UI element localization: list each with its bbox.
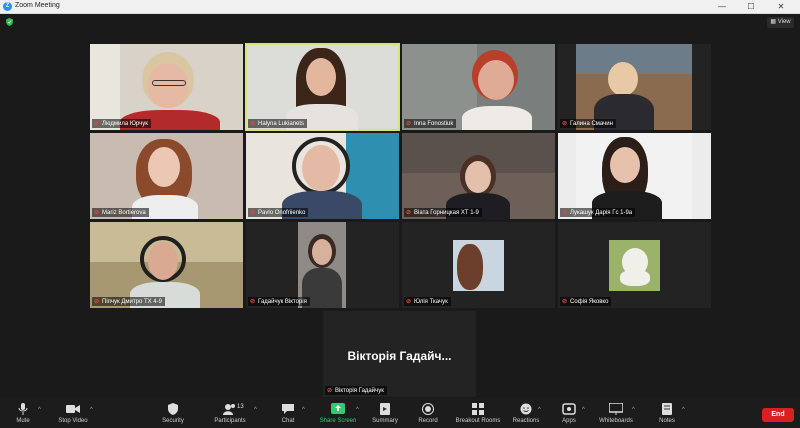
mic-muted-icon: ⊘: [406, 299, 412, 305]
video-tile[interactable]: ⊘ Юлія Ткачук: [402, 222, 555, 308]
video-tile[interactable]: ⊘ Софія Яковко: [558, 222, 711, 308]
chevron-up-icon[interactable]: ^: [302, 407, 305, 413]
participant-name: ⊘ Галина Смачин: [560, 119, 616, 128]
participants-count: 13: [237, 404, 244, 410]
mute-button[interactable]: Mute ^: [4, 398, 42, 428]
minimize-button[interactable]: —: [711, 0, 733, 13]
whiteboards-button[interactable]: Whiteboards ^: [596, 398, 636, 428]
meeting-toolbar: Mute ^ Stop Video ^ Security 13 Particip…: [0, 398, 800, 428]
apps-icon: [562, 403, 576, 415]
video-tile[interactable]: ⊘ Галина Смачин: [558, 44, 711, 130]
chevron-up-icon[interactable]: ^: [254, 407, 257, 413]
participant-name: ⊘ Mariz Bortierova: [92, 208, 149, 217]
apps-button[interactable]: Apps ^: [556, 398, 585, 428]
participant-name: ⊘ Юлія Ткачук: [404, 297, 451, 306]
video-tile[interactable]: ⊘ Піпчук Дмитро ТХ 4-9: [90, 222, 243, 308]
mic-muted-icon: ⊘: [327, 388, 333, 394]
record-button[interactable]: Record: [412, 398, 444, 428]
mic-muted-icon: ⊘: [562, 210, 568, 216]
chevron-up-icon[interactable]: ^: [682, 407, 685, 413]
participant-name: ⊘ Піпчук Дмитро ТХ 4-9: [92, 297, 165, 306]
whiteboard-icon: [609, 403, 623, 415]
meeting-topbar: [0, 14, 800, 32]
mic-muted-icon: ⊘: [250, 121, 256, 127]
view-button[interactable]: ▦ View: [767, 17, 794, 28]
security-button[interactable]: Security: [154, 398, 192, 428]
maximize-button[interactable]: ☐: [740, 0, 762, 13]
participant-name: ⊘ Людмила Юрчук: [92, 119, 151, 128]
notes-icon: [662, 403, 672, 415]
mic-muted-icon: ⊘: [406, 210, 412, 216]
summary-icon: [380, 403, 390, 415]
video-tile[interactable]: ⊘ Mariz Bortierova: [90, 133, 243, 219]
participant-name: ⊘ Лукашук Дарія Гс 1-9а: [560, 208, 636, 217]
share-screen-icon: [331, 403, 345, 414]
video-tile[interactable]: ⊘ Pavlo Onofriienko: [246, 133, 399, 219]
shield-icon: [168, 403, 178, 415]
window-title: Zoom Meeting: [15, 2, 60, 9]
participant-name: ⊘ Halyna Lukianets: [248, 119, 308, 128]
chat-bubble-icon: [282, 404, 294, 414]
chevron-up-icon[interactable]: ^: [90, 407, 93, 413]
notes-button[interactable]: Notes ^: [652, 398, 685, 428]
participant-display-name: Вікторія Гадайч...: [347, 349, 452, 363]
video-tile-no-video[interactable]: Вікторія Гадайч... ⊘ Вікторія Гадайчук: [323, 311, 476, 397]
mic-muted-icon: ⊘: [94, 121, 100, 127]
end-meeting-button[interactable]: End: [762, 408, 794, 422]
video-tile[interactable]: ⊘ Inna Fonostiuk: [402, 44, 555, 130]
video-tile[interactable]: ⊘ Віата Горницкая ХТ 1-9: [402, 133, 555, 219]
participants-icon: [223, 404, 235, 415]
mic-muted-icon: ⊘: [562, 121, 568, 127]
summary-button[interactable]: Summary: [366, 398, 404, 428]
chevron-up-icon[interactable]: ^: [582, 407, 585, 413]
view-grid-icon: ▦: [770, 19, 777, 25]
participant-name: ⊘ Inna Fonostiuk: [404, 119, 457, 128]
video-tile-active-speaker[interactable]: ⊘ Halyna Lukianets: [245, 43, 400, 131]
participant-name: ⊘ Софія Яковко: [560, 297, 612, 306]
mic-muted-icon: ⊘: [406, 121, 412, 127]
video-tile[interactable]: ⊘ Людмила Юрчук: [90, 44, 243, 130]
breakout-rooms-icon: [472, 403, 484, 415]
video-camera-icon: [66, 405, 80, 413]
share-screen-button[interactable]: Share Screen ^: [316, 398, 360, 428]
mic-muted-icon: ⊘: [562, 299, 568, 305]
zoom-logo-icon: Z: [3, 2, 12, 11]
participant-name: ⊘ Pavlo Onofriienko: [248, 208, 309, 217]
microphone-icon: [18, 403, 28, 415]
breakout-rooms-button[interactable]: Breakout Rooms: [452, 398, 504, 428]
stop-video-button[interactable]: Stop Video ^: [50, 398, 96, 428]
chevron-up-icon[interactable]: ^: [38, 407, 41, 413]
chevron-up-icon[interactable]: ^: [356, 407, 359, 413]
chevron-up-icon[interactable]: ^: [632, 407, 635, 413]
record-icon: [422, 403, 434, 415]
mic-muted-icon: ⊘: [250, 299, 256, 305]
participant-name: ⊘ Вікторія Гадайчук: [325, 386, 387, 395]
video-tile[interactable]: ⊘ Лукашук Дарія Гс 1-9а: [558, 133, 711, 219]
participant-name: ⊘ Віата Горницкая ХТ 1-9: [404, 208, 482, 217]
participant-name: ⊘ Гадайчук Вікторія: [248, 297, 310, 306]
participants-button[interactable]: 13 Participants ^: [208, 398, 257, 428]
video-tile[interactable]: ⊘ Гадайчук Вікторія: [246, 222, 399, 308]
mic-muted-icon: ⊘: [250, 210, 256, 216]
mic-muted-icon: ⊘: [94, 210, 100, 216]
view-label: View: [777, 19, 791, 25]
encryption-shield-icon[interactable]: [6, 18, 13, 26]
chat-button[interactable]: Chat ^: [272, 398, 305, 428]
chevron-up-icon[interactable]: ^: [538, 407, 541, 413]
reactions-button[interactable]: Reactions ^: [510, 398, 542, 428]
smiley-icon: [520, 403, 532, 415]
window-titlebar: Z Zoom Meeting — ☐ ✕: [0, 0, 800, 14]
mic-muted-icon: ⊘: [94, 299, 100, 305]
close-button[interactable]: ✕: [770, 0, 792, 13]
